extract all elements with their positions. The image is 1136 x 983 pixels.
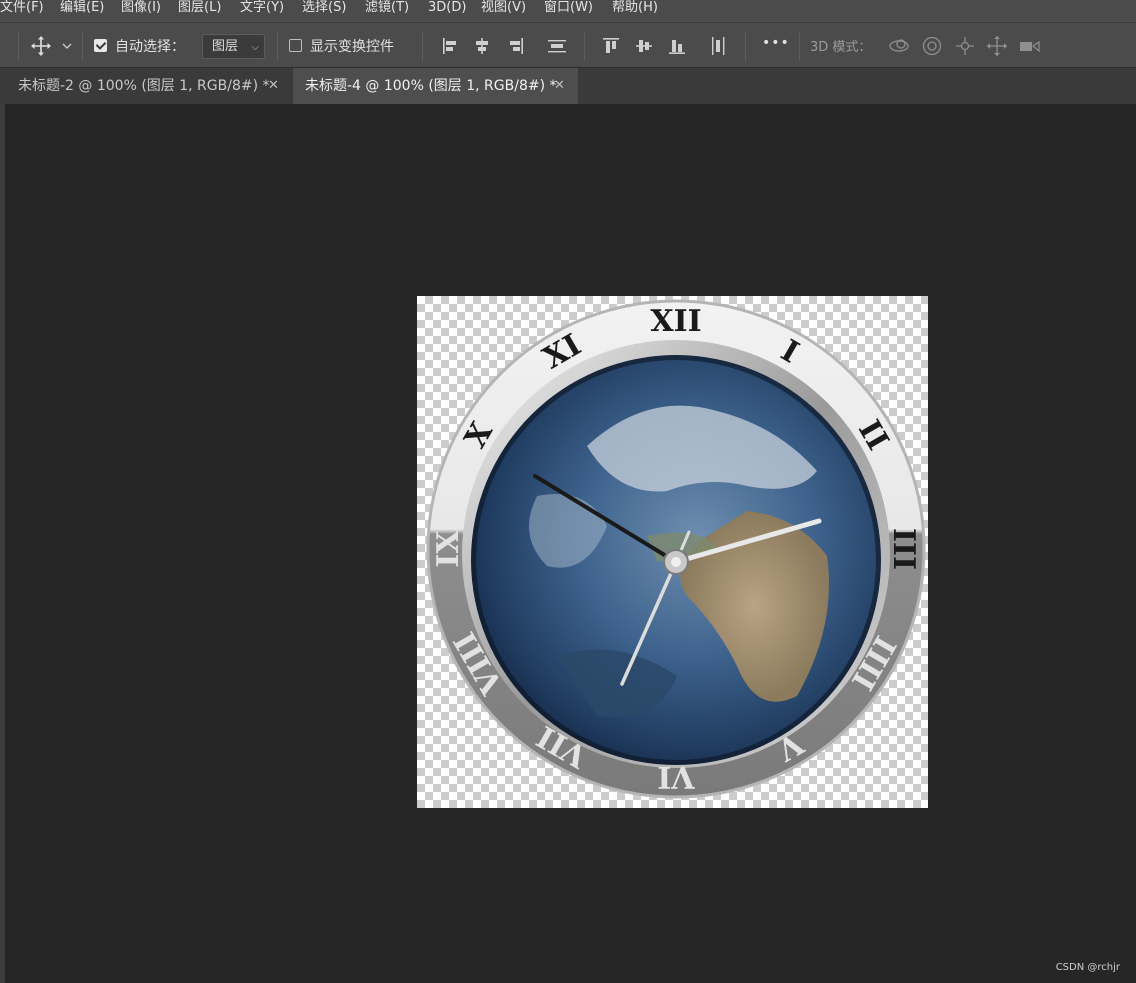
align-top-icon[interactable] [600,35,622,57]
tab-label: 未标题-2 @ 100% (图层 1, RGB/8#) * [18,78,270,94]
3d-orbit-icon[interactable] [888,35,910,57]
menu-edit[interactable]: 编辑(E) [60,0,104,16]
menu-3d[interactable]: 3D(D) [428,0,466,16]
move-tool-icon[interactable] [30,35,52,57]
distribute-vertical-icon[interactable] [546,35,568,57]
close-icon[interactable]: ✕ [268,68,279,104]
chevron-down-icon[interactable] [62,42,72,50]
tab-label: 未标题-4 @ 100% (图层 1, RGB/8#) * [305,78,557,94]
menu-window[interactable]: 窗口(W) [544,0,593,16]
center-pin [671,557,681,567]
document-canvas[interactable]: XII I II III IIII V VI VII VIII IX X XI [417,296,928,808]
auto-select-checkbox[interactable] [94,39,107,52]
numeral-iii: III [886,528,921,570]
divider [745,31,746,61]
3d-pan-icon[interactable] [954,35,976,57]
numeral-xii: XII [650,304,701,339]
divider [799,31,800,61]
divider [277,31,278,61]
chevron-down-icon: ⌵ [251,42,259,53]
more-options-button[interactable]: ••• [762,35,790,51]
3d-scale-camera-icon[interactable] [1019,35,1041,57]
align-bottom-icon[interactable] [666,35,688,57]
menu-bar: 文件(F) 编辑(E) 图像(I) 图层(L) 文字(Y) 选择(S) 滤镜(T… [0,0,1136,22]
menu-select[interactable]: 选择(S) [302,0,346,16]
menu-help[interactable]: 帮助(H) [612,0,658,16]
close-icon[interactable]: ✕ [554,68,565,104]
document-tab-bar: 未标题-2 @ 100% (图层 1, RGB/8#) * ✕ 未标题-4 @ … [0,68,1136,104]
layer-select-dropdown[interactable]: 图层 ⌵ [202,34,265,59]
menu-image[interactable]: 图像(I) [121,0,161,16]
menu-filter[interactable]: 滤镜(T) [365,0,409,16]
auto-select-label: 自动选择： [115,39,185,55]
align-right-icon[interactable] [504,35,526,57]
tab-document-2[interactable]: 未标题-2 @ 100% (图层 1, RGB/8#) * ✕ [6,68,292,104]
menu-view[interactable]: 视图(V) [481,0,526,16]
divider [18,31,19,61]
clock-image: XIIIIIIIIIIIIVVIVIIVIIIIXXXI [426,299,926,799]
3d-slide-icon[interactable] [986,35,1008,57]
numeral-vi: VI [657,759,695,794]
menu-layer[interactable]: 图层(L) [178,0,221,16]
layer-select-value: 图层 [212,39,239,54]
menu-type[interactable]: 文字(Y) [240,0,284,16]
align-horizontal-center-icon[interactable] [471,35,493,57]
options-bar: 自动选择： 图层 ⌵ 显示变换控件 ••• 3D 模式： [0,22,1136,68]
menu-file[interactable]: 文件(F) [0,0,44,16]
divider [82,31,83,61]
align-left-icon[interactable] [440,35,462,57]
divider [584,31,585,61]
show-transform-checkbox[interactable] [289,39,302,52]
numeral-ix: IX [431,530,466,568]
distribute-horizontal-icon[interactable] [707,35,729,57]
left-panel-edge [0,104,6,983]
show-transform-label: 显示变换控件 [310,39,394,55]
tab-document-4[interactable]: 未标题-4 @ 100% (图层 1, RGB/8#) * ✕ [293,68,578,104]
3d-roll-icon[interactable] [921,35,943,57]
divider [422,31,423,61]
3d-mode-label: 3D 模式： [810,40,872,55]
watermark: CSDN @rchjr [1055,962,1120,973]
align-vertical-center-icon[interactable] [633,35,655,57]
